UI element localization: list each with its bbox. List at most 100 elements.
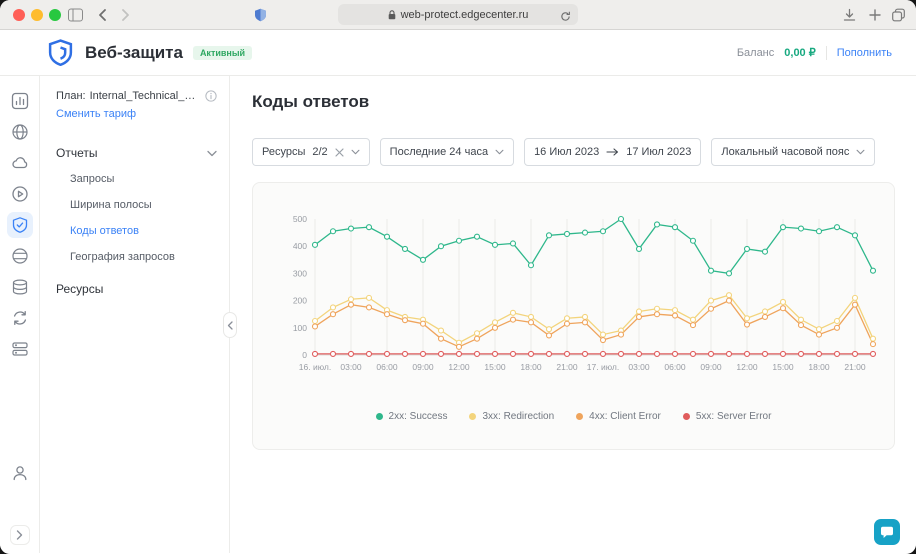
legend-label-2xx: 2xx: Success (389, 411, 448, 422)
date-from: 16 Июл 2023 (534, 146, 599, 158)
new-tab-icon[interactable] (869, 9, 881, 21)
svg-text:300: 300 (293, 268, 307, 278)
svg-text:0: 0 (302, 350, 307, 360)
dns-icon[interactable] (7, 243, 33, 269)
close-window-button[interactable] (13, 9, 25, 21)
sync-arrows-icon[interactable] (7, 305, 33, 331)
chevron-down-icon (856, 149, 865, 155)
app-title: Веб-защита (85, 43, 183, 63)
analytics-icon[interactable] (7, 88, 33, 114)
svg-text:09:00: 09:00 (700, 362, 722, 372)
topup-link[interactable]: Пополнить (837, 47, 892, 59)
chat-button[interactable] (874, 519, 900, 545)
product-rail (0, 76, 40, 553)
browser-window: web-protect.edgecenter.ru Веб-защита Акт… (0, 0, 916, 554)
date-to: 17 Июл 2023 (626, 146, 691, 158)
profile-icon[interactable] (7, 460, 33, 486)
lock-icon (388, 10, 396, 20)
legend-dot-4xx (576, 413, 583, 420)
response-codes-chart: 16. июл. 03:00 06:00 09:00 12:00 15:00 18:00 21… (269, 199, 880, 399)
cloud-icon[interactable] (7, 150, 33, 176)
url-text: web-protect.edgecenter.ru (401, 9, 529, 21)
legend-dot-3xx (469, 413, 476, 420)
legend-item-5xx: 5xx: Server Error (683, 411, 772, 422)
header-divider (826, 46, 827, 60)
sidebar-section-reports[interactable]: Отчеты (56, 146, 217, 160)
svg-text:400: 400 (293, 241, 307, 251)
date-range-filter[interactable]: 16 Июл 2023 17 Июл 2023 (524, 138, 701, 166)
main-content: Коды ответов Ресурсы 2/2 Последние 24 ча… (230, 76, 916, 553)
svg-text:17. июл.: 17. июл. (587, 362, 619, 372)
cdn-globe-icon[interactable] (7, 119, 33, 145)
svg-text:18:00: 18:00 (520, 362, 542, 372)
arrow-right-icon (606, 148, 619, 156)
svg-text:06:00: 06:00 (376, 362, 398, 372)
svg-text:03:00: 03:00 (628, 362, 650, 372)
chart-legend: 2xx: Success 3xx: Redirection 4xx: Clien… (269, 411, 878, 422)
svg-text:15:00: 15:00 (484, 362, 506, 372)
svg-text:500: 500 (293, 214, 307, 224)
svg-text:09:00: 09:00 (412, 362, 434, 372)
legend-item-4xx: 4xx: Client Error (576, 411, 661, 422)
sidebar-collapse-handle[interactable] (223, 312, 237, 338)
reports-items: Запросы Ширина полосы Коды ответов Геогр… (56, 166, 217, 270)
svg-text:200: 200 (293, 296, 307, 306)
svg-text:12:00: 12:00 (736, 362, 758, 372)
legend-item-3xx: 3xx: Redirection (469, 411, 554, 422)
sidebar-item-response-codes[interactable]: Коды ответов (56, 218, 217, 244)
legend-item-2xx: 2xx: Success (376, 411, 448, 422)
sidebar-item-request-geography[interactable]: География запросов (56, 244, 217, 270)
back-icon[interactable] (98, 9, 106, 21)
sidebar-item-bandwidth[interactable]: Ширина полосы (56, 192, 217, 218)
web-protection-shield-icon[interactable] (7, 212, 33, 238)
legend-dot-2xx (376, 413, 383, 420)
header-right: Баланс 0,00 ₽ Пополнить (737, 46, 892, 60)
minimize-window-button[interactable] (31, 9, 43, 21)
hosting-icon[interactable] (7, 336, 33, 362)
filters-row: Ресурсы 2/2 Последние 24 часа (252, 138, 896, 166)
svg-text:03:00: 03:00 (340, 362, 362, 372)
browser-chrome: web-protect.edgecenter.ru (0, 0, 916, 30)
plan-label: План: (56, 90, 86, 102)
legend-label-3xx: 3xx: Redirection (482, 411, 554, 422)
chevron-down-icon (351, 149, 360, 155)
change-tariff-link[interactable]: Сменить тариф (56, 108, 217, 120)
svg-text:12:00: 12:00 (448, 362, 470, 372)
svg-text:21:00: 21:00 (556, 362, 578, 372)
expand-rail-chevron-icon[interactable] (10, 525, 30, 545)
legend-label-4xx: 4xx: Client Error (589, 411, 661, 422)
sidebar-section-resources[interactable]: Ресурсы (56, 282, 217, 296)
zoom-window-button[interactable] (49, 9, 61, 21)
storage-icon[interactable] (7, 274, 33, 300)
resources-filter[interactable]: Ресурсы 2/2 (252, 138, 370, 166)
sidebar-item-requests[interactable]: Запросы (56, 166, 217, 192)
forward-icon[interactable] (122, 9, 130, 21)
svg-text:100: 100 (293, 323, 307, 333)
app-body: План: Internal_Technical_Acco... Сменить… (0, 76, 916, 553)
downloads-icon[interactable] (843, 8, 856, 21)
info-icon[interactable] (205, 90, 217, 102)
rail-bottom (7, 460, 33, 545)
extension-shield-icon[interactable] (254, 8, 267, 22)
sidebar: План: Internal_Technical_Acco... Сменить… (40, 76, 230, 553)
legend-dot-5xx (683, 413, 690, 420)
streaming-icon[interactable] (7, 181, 33, 207)
clear-icon[interactable] (335, 148, 344, 157)
app-logo (48, 39, 73, 66)
reload-icon[interactable] (560, 9, 571, 27)
period-filter[interactable]: Последние 24 часа (380, 138, 514, 166)
timezone-filter[interactable]: Локальный часовой пояс (711, 138, 875, 166)
response-codes-chart-card: 16. июл. 03:00 06:00 09:00 12:00 15:00 18:00 21… (252, 182, 895, 450)
svg-text:16. июл.: 16. июл. (299, 362, 331, 372)
tab-overview-icon[interactable] (892, 8, 905, 21)
status-badge: Активный (193, 46, 252, 60)
svg-text:15:00: 15:00 (772, 362, 794, 372)
period-filter-value: Последние 24 часа (390, 146, 488, 158)
reports-label: Отчеты (56, 146, 97, 160)
resources-filter-count: 2/2 (312, 146, 327, 158)
app-header: Веб-защита Активный Баланс 0,00 ₽ Пополн… (0, 30, 916, 76)
sidebar-toggle-icon[interactable] (68, 8, 83, 21)
address-bar[interactable]: web-protect.edgecenter.ru (338, 4, 578, 25)
plan-value: Internal_Technical_Acco... (90, 90, 201, 102)
legend-label-5xx: 5xx: Server Error (696, 411, 772, 422)
